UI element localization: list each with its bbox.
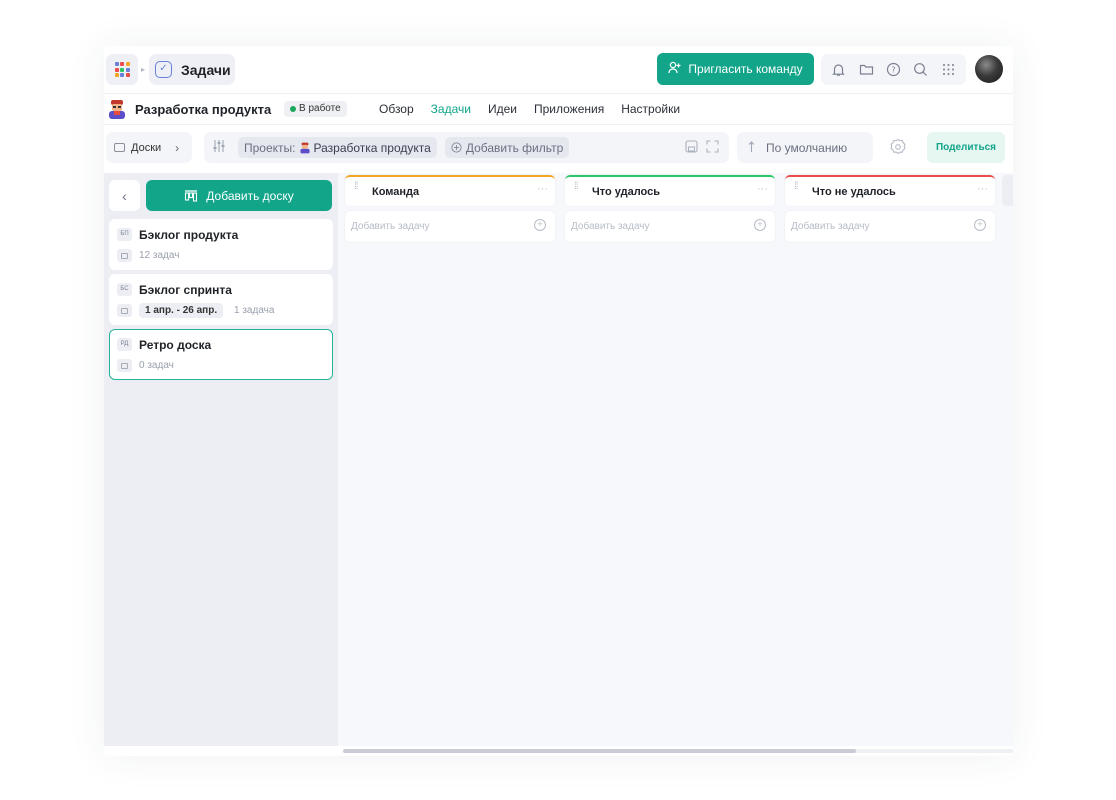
- add-task-placeholder: Добавить задачу: [351, 221, 430, 232]
- save-icon[interactable]: [685, 139, 698, 156]
- board-item-product-backlog[interactable]: БП Бэклог продукта 12 задач: [109, 219, 333, 270]
- column-title: Что удалось: [592, 186, 660, 198]
- column-team: ⁞⁞ Команда ··· Добавить задачу +: [345, 175, 555, 242]
- sort-select[interactable]: По умолчанию: [737, 132, 873, 163]
- boards-label: Доски: [131, 141, 162, 154]
- project-filter-chip[interactable]: Проекты: Разработка продукта: [238, 137, 437, 158]
- boards-sidebar: ‹ Добавить доску БП Бэклог продукта 12 з…: [104, 173, 338, 746]
- folder-icon[interactable]: [856, 60, 876, 80]
- module-switcher[interactable]: ✓ Задачи: [149, 54, 235, 85]
- more-icon[interactable]: ···: [757, 183, 768, 195]
- chevron-right-icon: ›: [175, 140, 180, 155]
- app-window: ▸ ✓ Задачи Пригласить команду ? Разработ…: [104, 46, 1013, 756]
- board-abbr: БП: [117, 228, 132, 241]
- column-title: Команда: [372, 186, 420, 198]
- column-went-well: ⁞⁞ Что удалось ··· Добавить задачу +: [565, 175, 775, 242]
- drag-handle-icon[interactable]: ⁞⁞: [354, 182, 362, 192]
- status-badge[interactable]: В работе: [284, 101, 347, 117]
- project-chip-avatar: [299, 142, 310, 153]
- board-name: Ретро доска: [139, 338, 212, 352]
- board-toolbar: Доски › Проекты: Разработка продукта Доб…: [104, 125, 1013, 173]
- board-abbr: БС: [117, 283, 132, 296]
- project-avatar: [107, 99, 127, 120]
- tab-overview[interactable]: Обзор: [379, 102, 414, 116]
- flag-icon: [117, 304, 132, 317]
- add-filter-button[interactable]: Добавить фильтр: [444, 137, 570, 158]
- add-task-placeholder: Добавить задачу: [791, 221, 870, 232]
- apps-menu-icon[interactable]: [106, 54, 138, 85]
- gear-icon[interactable]: [889, 138, 907, 156]
- invite-team-button[interactable]: Пригласить команду: [657, 53, 814, 85]
- column-went-wrong: ⁞⁞ Что не удалось ··· Добавить задачу +: [785, 175, 995, 242]
- board-area: [338, 173, 1013, 746]
- board-item-sprint-backlog[interactable]: БС Бэклог спринта 1 апр. - 26 апр. 1 зад…: [109, 274, 333, 325]
- sort-label: По умолчанию: [766, 140, 848, 155]
- add-task-row[interactable]: Добавить задачу +: [785, 211, 995, 242]
- column-header[interactable]: ⁞⁞ Что удалось ···: [565, 175, 775, 206]
- plus-circle-icon: [451, 142, 462, 153]
- board-meta-icon: [117, 359, 132, 372]
- share-button[interactable]: Поделиться: [927, 132, 1005, 163]
- filter-actions: [685, 139, 729, 156]
- help-icon[interactable]: ?: [883, 60, 903, 80]
- add-task-row[interactable]: Добавить задачу +: [565, 211, 775, 242]
- board-item-retro[interactable]: РД Ретро доска 0 задач: [109, 329, 333, 380]
- board-meta-icon: [117, 249, 132, 262]
- plus-circle-icon[interactable]: +: [754, 219, 766, 231]
- drag-handle-icon[interactable]: ⁞⁞: [574, 182, 582, 192]
- filter-sliders-icon[interactable]: [212, 139, 230, 156]
- board-task-count: 1 задача: [234, 305, 275, 316]
- svg-text:?: ?: [891, 66, 895, 75]
- board-abbr: РД: [117, 338, 132, 351]
- module-title: Задачи: [181, 61, 231, 78]
- board-icon: [114, 143, 125, 152]
- project-tabs: Обзор Задачи Идеи Приложения Настройки: [379, 102, 680, 116]
- tab-apps[interactable]: Приложения: [534, 102, 604, 116]
- scrollbar-thumb[interactable]: [343, 749, 856, 753]
- top-bar: ▸ ✓ Задачи Пригласить команду ?: [104, 46, 1013, 93]
- boards-toggle-button[interactable]: Доски ›: [106, 132, 192, 163]
- breadcrumb-chevron-icon: ▸: [141, 65, 146, 74]
- column-header[interactable]: ⁞⁞ Что не удалось ···: [785, 175, 995, 206]
- project-bar: Разработка продукта В работе Обзор Задач…: [104, 93, 1013, 125]
- more-icon[interactable]: ···: [537, 183, 548, 195]
- projects-filter-value: Разработка продукта: [313, 140, 431, 155]
- drag-handle-icon[interactable]: ⁞⁞: [794, 182, 802, 192]
- check-square-icon: ✓: [155, 61, 172, 78]
- tab-ideas[interactable]: Идеи: [488, 102, 517, 116]
- board-task-count: 12 задач: [139, 250, 180, 261]
- invite-team-label: Пригласить команду: [688, 62, 803, 76]
- search-icon[interactable]: [911, 60, 931, 80]
- bell-icon[interactable]: [829, 60, 849, 80]
- add-board-label: Добавить доску: [206, 188, 294, 203]
- board-name: Бэклог продукта: [139, 228, 239, 242]
- sort-arrow-icon: [747, 140, 756, 156]
- add-filter-label: Добавить фильтр: [465, 140, 564, 155]
- header-tools: ?: [821, 54, 966, 85]
- sprint-date-range: 1 апр. - 26 апр.: [139, 303, 224, 318]
- filter-bar: Проекты: Разработка продукта Добавить фи…: [204, 132, 729, 163]
- add-task-row[interactable]: Добавить задачу +: [345, 211, 555, 242]
- board-columns-icon: [185, 189, 198, 202]
- board-task-count: 0 задач: [139, 360, 174, 371]
- add-task-placeholder: Добавить задачу: [571, 221, 650, 232]
- add-board-button[interactable]: Добавить доску: [146, 180, 332, 211]
- project-name: Разработка продукта: [135, 102, 272, 117]
- expand-icon[interactable]: [706, 139, 719, 156]
- plus-circle-icon[interactable]: +: [974, 219, 986, 231]
- grid-icon[interactable]: [938, 60, 958, 80]
- tab-settings[interactable]: Настройки: [621, 102, 680, 116]
- add-column-stub[interactable]: [1002, 175, 1013, 206]
- column-header[interactable]: ⁞⁞ Команда ···: [345, 175, 555, 206]
- more-icon[interactable]: ···: [977, 183, 988, 195]
- collapse-sidebar-button[interactable]: ‹: [109, 180, 140, 211]
- plus-circle-icon[interactable]: +: [534, 219, 546, 231]
- tab-tasks[interactable]: Задачи: [431, 102, 471, 116]
- board-name: Бэклог спринта: [139, 283, 232, 297]
- chevron-left-icon: ‹: [122, 187, 127, 204]
- add-user-icon: [668, 61, 682, 78]
- column-title: Что не удалось: [812, 186, 896, 198]
- user-avatar[interactable]: [975, 55, 1003, 83]
- projects-filter-label: Проекты:: [244, 140, 296, 155]
